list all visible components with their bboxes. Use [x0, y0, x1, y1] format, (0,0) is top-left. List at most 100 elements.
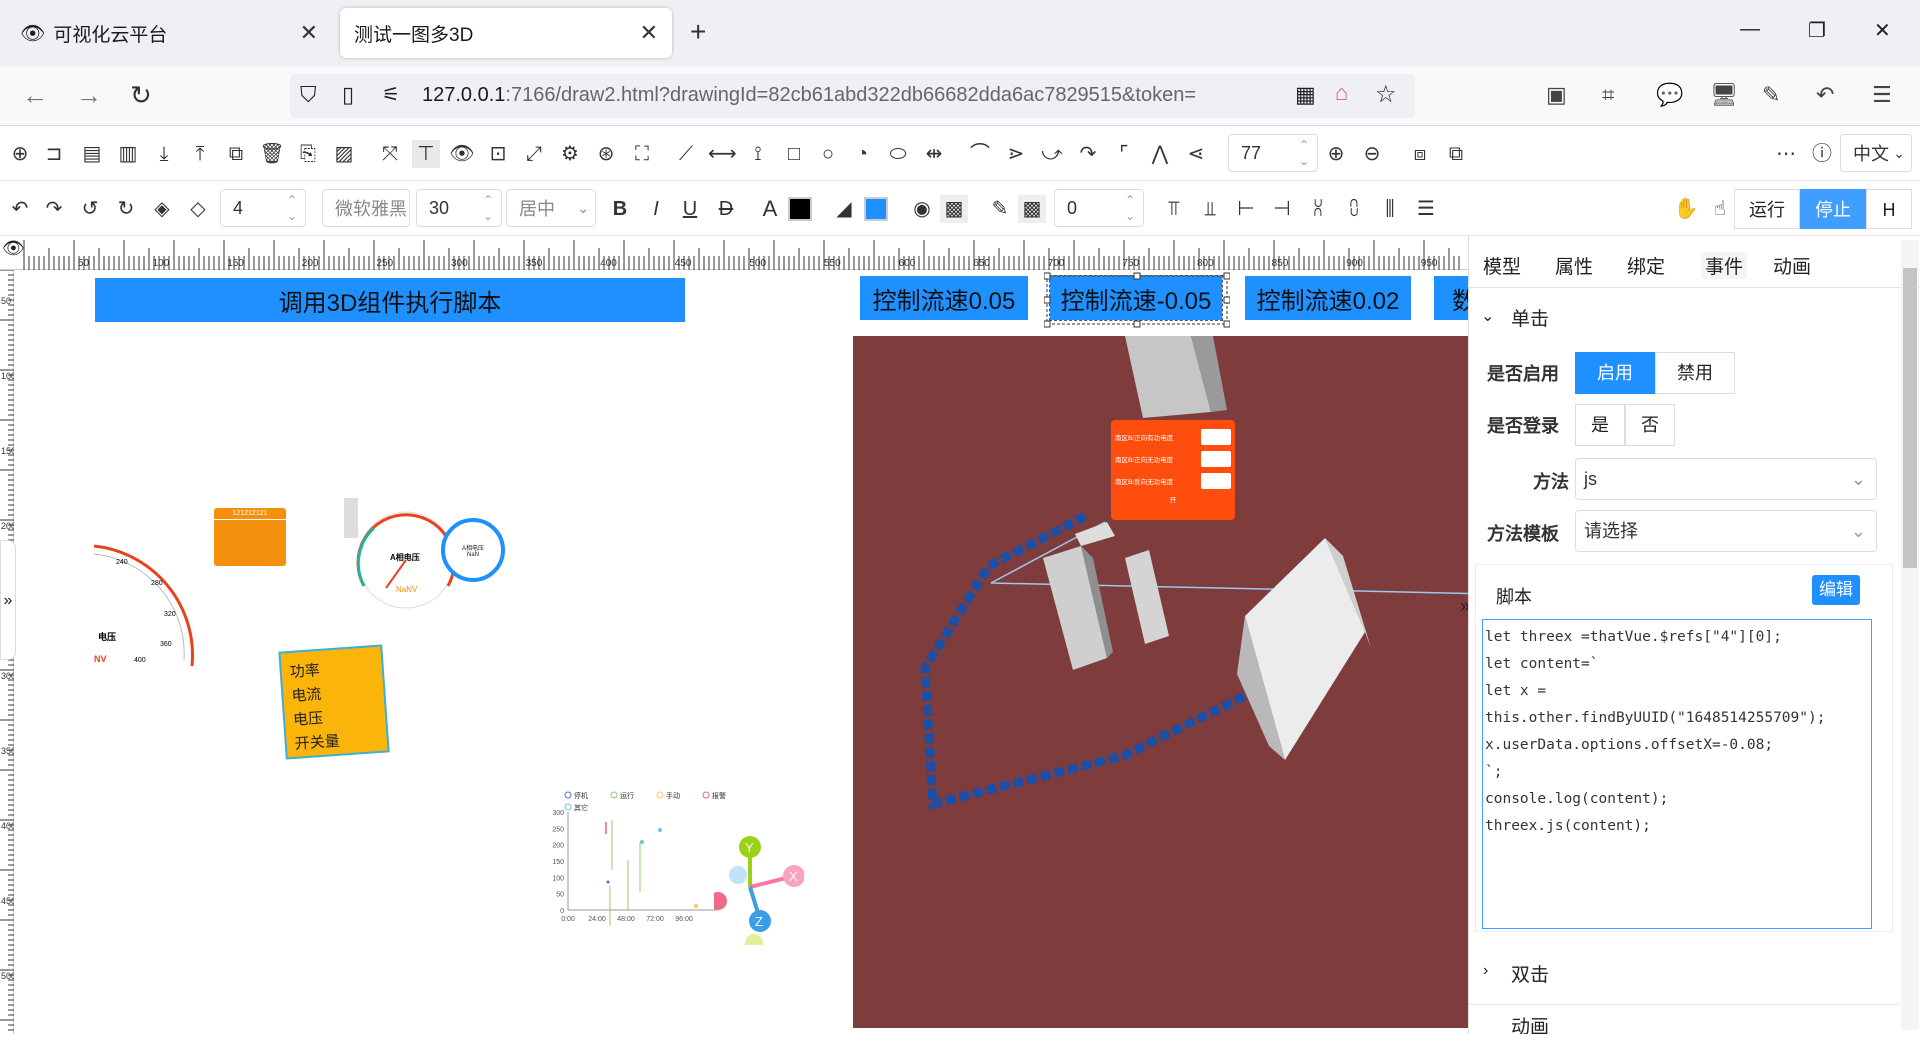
h-button[interactable]: H — [1866, 189, 1912, 229]
line-width-stepper[interactable]: ⌃ ⌄ — [287, 192, 297, 224]
font-size-input[interactable]: 30 ⌃ ⌄ — [416, 189, 502, 227]
panel-scrollbar[interactable] — [1901, 240, 1919, 1030]
chevron-right-icon[interactable]: › — [1483, 962, 1488, 980]
more-icon[interactable]: ⋯ — [1772, 140, 1800, 168]
hand-pan-icon[interactable]: ☝ — [1706, 195, 1734, 223]
arc-icon[interactable]: ⌒ — [966, 140, 994, 168]
tab-animation[interactable]: 动画 — [1773, 252, 1811, 279]
new-file-icon[interactable]: ⊕ — [6, 140, 34, 168]
run-button[interactable]: 运行 — [1734, 189, 1800, 229]
search-zoom-icon[interactable]: ⊛ — [592, 140, 620, 168]
h-line-icon[interactable]: ⟷ — [708, 140, 737, 168]
settings-icon[interactable]: ⚙ — [556, 140, 584, 168]
redo-arc-icon[interactable]: ↷ — [40, 195, 68, 223]
align-bottom-icon[interactable]: ⫫ — [1196, 195, 1224, 223]
underline-button[interactable]: U — [676, 195, 704, 223]
qr-code-icon[interactable]: ▦ — [1295, 82, 1316, 108]
zoom-stepper[interactable]: ⌃ ⌄ — [1299, 137, 1309, 169]
legend-item[interactable]: 停机 — [574, 791, 588, 800]
back-icon[interactable]: ← — [22, 80, 48, 111]
edit-script-button[interactable]: 编辑 — [1812, 575, 1860, 605]
close-icon[interactable]: ✕ — [640, 20, 658, 46]
view-eye-icon[interactable]: 👁 — [448, 140, 476, 168]
align-center-h-icon[interactable]: ⩇ — [1340, 195, 1368, 223]
arrow-left-icon[interactable]: ⋖ — [1182, 140, 1210, 168]
curve-icon[interactable]: ⤻ — [1038, 140, 1066, 168]
align-center-v-icon[interactable]: ⩆ — [1304, 195, 1332, 223]
collapse-right-icon[interactable]: » — [1460, 596, 1468, 617]
zoom-level-input[interactable]: 77 ⌃ ⌄ — [1228, 134, 1318, 172]
rotate-left-icon[interactable]: ↺ — [76, 195, 104, 223]
method-select[interactable]: js ⌄ — [1575, 458, 1877, 500]
corner-icon[interactable]: ⌜ — [1110, 140, 1138, 168]
copy-layer-icon[interactable]: ⧉ — [1442, 140, 1470, 168]
enabled-off-button[interactable]: 禁用 — [1655, 352, 1735, 394]
shield-icon[interactable]: ⛉ — [300, 82, 317, 108]
url-bar[interactable]: ⛉ ▯ ⚟ 127.0.0.1:7166/draw2.html?drawingI… — [290, 74, 1415, 118]
help-icon[interactable]: ⓘ — [1808, 140, 1836, 168]
legend-marker[interactable] — [564, 791, 572, 799]
new-tab-icon[interactable]: + — [690, 16, 706, 48]
hand-icon[interactable]: ✋ — [1672, 195, 1700, 223]
dimension-icon[interactable]: ⇹ — [920, 140, 948, 168]
tab-properties[interactable]: 属性 — [1555, 252, 1593, 279]
close-icon[interactable]: ✕ — [300, 20, 318, 46]
polyline-icon[interactable]: ⋗ — [1002, 140, 1030, 168]
open-folder-icon[interactable]: ⊐ — [40, 140, 68, 168]
restore-icon[interactable]: ❐ — [1808, 18, 1826, 43]
strikethrough-button[interactable]: D — [712, 195, 740, 223]
screenshot-icon[interactable]: ▣ — [1546, 82, 1567, 108]
voltage-gauge-1[interactable]: 电压 NV 240 280 320 360 400 — [94, 542, 224, 670]
permissions-icon[interactable]: ⚟ — [382, 82, 400, 107]
legend-marker[interactable] — [702, 791, 710, 799]
zoom-in-icon[interactable]: ⊕ — [1322, 140, 1350, 168]
border-width-input[interactable]: 0 ⌃ ⌄ — [1054, 189, 1144, 227]
rotate-right-icon[interactable]: ↻ — [112, 195, 140, 223]
undo-arc-icon[interactable]: ↶ — [6, 195, 34, 223]
image-icon[interactable]: ▨ — [330, 140, 358, 168]
italic-button[interactable]: I — [642, 195, 670, 223]
speed-button-3[interactable]: 控制流速0.02 — [1245, 276, 1411, 320]
reload-icon[interactable]: ↻ — [130, 80, 152, 111]
distribute-v-icon[interactable]: ☰ — [1412, 195, 1440, 223]
fill-bucket-icon[interactable]: ◢ — [830, 195, 858, 223]
language-select[interactable]: 中文 ⌄ — [1840, 134, 1912, 172]
peak-icon[interactable]: ⋀ — [1146, 140, 1174, 168]
rectangle-icon[interactable]: □ — [780, 140, 808, 168]
ruler-eye-icon[interactable]: 👁 — [2, 238, 25, 259]
home-icon[interactable]: ⌂ — [1335, 80, 1348, 106]
legend-marker[interactable] — [656, 791, 664, 799]
text-color-button[interactable]: A — [756, 195, 784, 223]
download-icon[interactable]: ⤓ — [150, 140, 178, 168]
upload-icon[interactable]: ⤒ — [186, 140, 214, 168]
text-color-swatch[interactable] — [788, 197, 812, 221]
pie-icon[interactable]: ◔ — [848, 140, 876, 168]
section-double-click[interactable]: 双击 — [1511, 960, 1549, 987]
bezier-icon[interactable]: ↷ — [1074, 140, 1102, 168]
font-family-select[interactable]: 微软雅黑 — [322, 189, 410, 227]
zoom-area-icon[interactable]: ⊡ — [484, 140, 512, 168]
three-d-scene[interactable]: 南区B/正向有功电度 南区B/正向无功电度 南区B/反向无功电度 开 — [853, 336, 1468, 1028]
border-width-stepper[interactable]: ⌃ ⌄ — [1125, 192, 1135, 224]
delete-icon[interactable]: 🗑 — [258, 140, 286, 168]
template-select[interactable]: 请选择 ⌄ — [1575, 510, 1877, 552]
window-close-icon[interactable]: ✕ — [1874, 18, 1891, 43]
save-as-icon[interactable]: ▥ — [114, 140, 142, 168]
tab-test-3d[interactable]: 测试一图多3D ✕ — [340, 8, 672, 58]
text-align-select[interactable]: 居中 ⌄ — [506, 189, 596, 227]
minimize-icon[interactable]: — — [1740, 18, 1760, 41]
tab-events[interactable]: 事件 — [1701, 252, 1748, 279]
legend-item[interactable]: 手动 — [666, 791, 680, 800]
login-no-button[interactable]: 否 — [1625, 404, 1675, 446]
align-tool-icon[interactable]: ⊤ — [412, 140, 440, 168]
chat-icon[interactable]: 💬 — [1656, 82, 1683, 108]
drawing-canvas[interactable]: 调用3D组件执行脚本 控制流速0.05 控制流速-0.05 控制流速0.02 数… — [14, 270, 1468, 1034]
pen-color-icon[interactable]: ▩ — [1018, 195, 1046, 223]
monitor-icon[interactable]: 🖥 — [1710, 82, 1738, 108]
layer-up-icon[interactable]: ◈ — [148, 195, 176, 223]
script-textarea[interactable]: let threex =thatVue.$refs["4"][0]; let c… — [1482, 619, 1872, 929]
status-scatter-chart[interactable]: 停机 运行 手动 报警其它 0 50 100 150 200 250 300 0:00 24:00 48:… — [520, 790, 740, 926]
tab-binding[interactable]: 绑定 — [1627, 252, 1665, 279]
shadow-color-icon[interactable]: ▩ — [940, 195, 968, 223]
bold-button[interactable]: B — [606, 195, 634, 223]
